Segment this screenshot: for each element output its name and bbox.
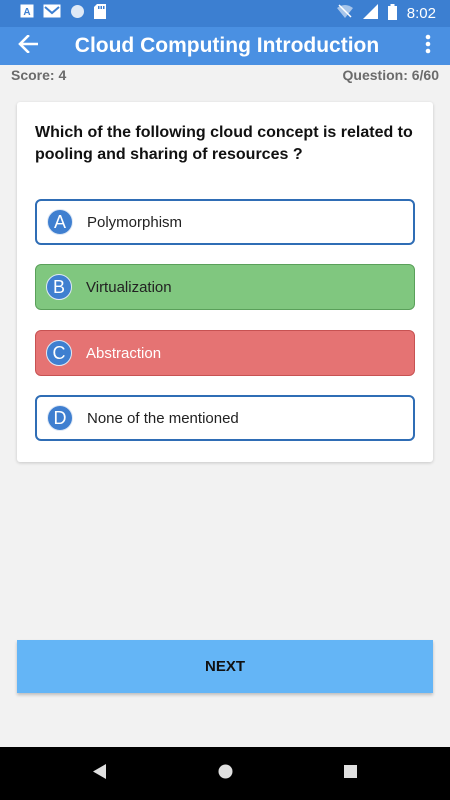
signal-icon (362, 4, 378, 23)
score-row: Score: 4 Question: 6/60 (0, 65, 450, 85)
question-text: Which of the following cloud concept is … (35, 124, 413, 163)
status-right-icons: 8:02 (336, 3, 436, 24)
option-text: Virtualization (86, 278, 172, 296)
nav-home-button[interactable] (210, 759, 240, 789)
status-left-icons: A (20, 3, 106, 24)
system-nav-bar (0, 747, 450, 800)
option-letter: A (47, 209, 73, 235)
wifi-icon (336, 4, 353, 23)
a-icon: A (20, 4, 34, 23)
battery-icon (387, 3, 397, 24)
question-counter: Question: 6/60 (342, 67, 439, 83)
home-circle-icon (218, 764, 233, 784)
option-a[interactable]: A Polymorphism (35, 199, 415, 245)
question-card: Which of the following cloud concept is … (17, 102, 433, 462)
score-label: Score: 4 (11, 67, 67, 83)
option-letter: D (47, 405, 73, 431)
status-bar: A 8:02 (0, 0, 450, 27)
option-letter: C (46, 340, 72, 366)
overflow-menu-button[interactable] (406, 27, 450, 65)
nav-back-button[interactable] (85, 759, 115, 789)
option-d[interactable]: D None of the mentioned (35, 395, 415, 441)
back-triangle-icon (93, 763, 107, 784)
app-bar: Cloud Computing Introduction (0, 27, 450, 65)
page-title: Cloud Computing Introduction (74, 34, 380, 57)
svg-text:A: A (23, 7, 30, 18)
next-button[interactable]: NEXT (17, 640, 433, 693)
gmail-icon (43, 4, 61, 23)
option-c[interactable]: C Abstraction (35, 330, 415, 376)
option-text: Abstraction (86, 344, 162, 362)
option-b[interactable]: B Virtualization (35, 264, 415, 310)
more-vert-icon (425, 34, 431, 59)
sd-card-icon (94, 3, 106, 24)
option-letter: B (46, 274, 72, 300)
option-text: None of the mentioned (87, 409, 239, 427)
arrow-back-icon (18, 33, 39, 58)
option-text: Polymorphism (87, 213, 183, 231)
circle-icon (70, 4, 85, 24)
recents-square-icon (343, 764, 357, 783)
status-time: 8:02 (406, 5, 436, 22)
nav-recents-button[interactable] (335, 759, 365, 789)
